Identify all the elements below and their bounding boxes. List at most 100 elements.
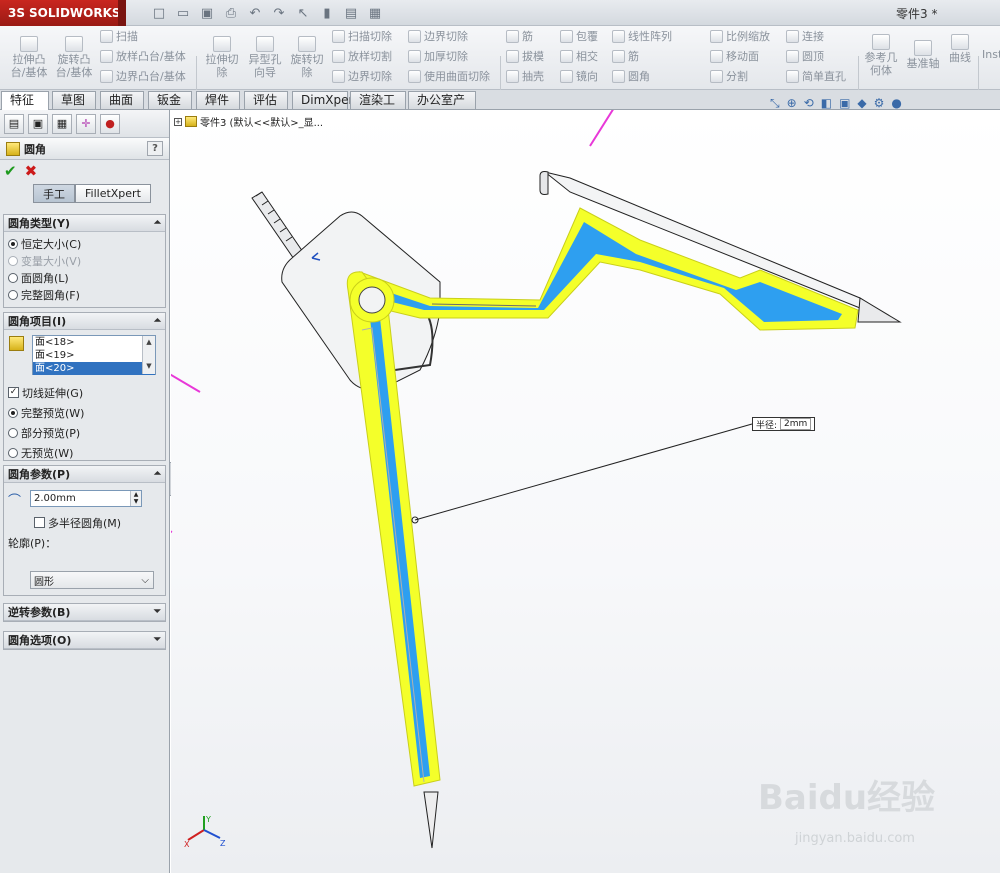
radius-dimension-callout[interactable]: 半径: 2mm bbox=[752, 417, 816, 431]
tab-dimxpert[interactable]: DimXpert bbox=[292, 91, 358, 109]
tab-evaluate[interactable]: 评估 bbox=[244, 91, 288, 109]
select-icon[interactable]: ↖ bbox=[294, 4, 312, 22]
expand-icon[interactable]: ⏷ bbox=[154, 635, 161, 645]
shell-button[interactable]: 抽壳 bbox=[506, 67, 544, 85]
tangent-propagation-checkbox[interactable]: ✓ 切线延伸(G) bbox=[8, 384, 161, 401]
axis-button[interactable]: 基准轴 bbox=[904, 40, 942, 70]
tab-render-tools[interactable]: 渲染工具 bbox=[350, 91, 406, 124]
boundary-cut-button[interactable]: 边界切除 bbox=[332, 67, 392, 85]
hide-show-icon[interactable]: ⚙ bbox=[874, 96, 885, 111]
fillet-params-header[interactable]: 圆角参数(P) ⏶ bbox=[4, 466, 165, 483]
hole-wizard-button[interactable]: 异型孔 向导 bbox=[244, 36, 286, 79]
loft-boss-button[interactable]: 放样凸台/基体 bbox=[100, 47, 186, 65]
surface-cut-button[interactable]: 使用曲面切除 bbox=[408, 67, 490, 85]
rebuild-icon[interactable]: ▮ bbox=[318, 4, 336, 22]
wrap-button[interactable]: 包覆 bbox=[560, 27, 598, 45]
view-orientation-icon[interactable]: ▣ bbox=[839, 96, 850, 111]
fillet-type-header[interactable]: 圆角类型(Y) ⏶ bbox=[4, 215, 165, 232]
radio-partial-preview[interactable]: 部分预览(P) bbox=[8, 424, 161, 441]
tab-office-products[interactable]: 办公室产品 bbox=[408, 91, 476, 124]
extrude-cut-button[interactable]: 拉伸切 除 bbox=[202, 36, 242, 79]
simple-hole-button[interactable]: 简单直孔 bbox=[786, 67, 846, 85]
sweep-button[interactable]: 扫描 bbox=[100, 27, 138, 45]
radio-full-round[interactable]: 完整圆角(F) bbox=[8, 286, 161, 303]
property-manager-tab-icon[interactable]: ▣ bbox=[28, 113, 48, 134]
undo-icon[interactable]: ↶ bbox=[246, 4, 264, 22]
dimxpert-tab-icon[interactable]: ✛ bbox=[76, 113, 96, 134]
radio-constant-size[interactable]: 恒定大小(C) bbox=[8, 235, 161, 252]
solidworks-logo[interactable]: 3S SOLIDWORKS bbox=[0, 0, 121, 26]
boundary-cut-button-2[interactable]: 边界切除 bbox=[408, 27, 468, 45]
radio-no-preview[interactable]: 无预览(W) bbox=[8, 444, 161, 461]
radio-full-preview[interactable]: 完整预览(W) bbox=[8, 404, 161, 421]
scale-button[interactable]: 比例缩放 bbox=[710, 27, 770, 45]
dome-button[interactable]: 圆顶 bbox=[786, 47, 824, 65]
cancel-x-icon[interactable]: ✖ bbox=[25, 162, 38, 180]
radius-input[interactable]: 2.00mm ▲ ▼ bbox=[30, 489, 142, 507]
tab-sheet-metal[interactable]: 钣金 bbox=[148, 91, 192, 109]
draft-button[interactable]: 拔模 bbox=[506, 47, 544, 65]
rib-button[interactable]: 筋 bbox=[506, 27, 533, 45]
list-item[interactable]: 面<20> bbox=[33, 362, 155, 375]
tab-sketch[interactable]: 草图 bbox=[52, 91, 96, 109]
collapse-icon[interactable]: ⏶ bbox=[154, 316, 161, 326]
fillet-items-header[interactable]: 圆角项目(I) ⏶ bbox=[4, 313, 165, 330]
setback-params-header[interactable]: 逆转参数(B) ⏷ bbox=[4, 604, 165, 621]
feature-tree-tab-icon[interactable]: ▤ bbox=[4, 113, 24, 134]
extrude-boss-button[interactable]: 拉伸凸 台/基体 bbox=[8, 36, 50, 79]
radius-spinner[interactable]: ▲ ▼ bbox=[130, 490, 141, 506]
expand-icon[interactable]: ⏷ bbox=[154, 607, 161, 617]
multi-radius-checkbox[interactable]: 多半径圆角(M) bbox=[8, 514, 161, 531]
display-style-icon[interactable]: ◆ bbox=[857, 96, 866, 111]
fillet-items-list[interactable]: 面<18> 面<19> 面<20> ▲ ▼ bbox=[32, 335, 156, 375]
menu-arrow-icon[interactable] bbox=[118, 0, 126, 26]
list-item[interactable]: 面<19> bbox=[33, 349, 155, 362]
revolve-boss-button[interactable]: 旋转凸 台/基体 bbox=[52, 36, 96, 79]
boundary-boss-button[interactable]: 边界凸台/基体 bbox=[100, 67, 186, 85]
tab-features[interactable]: 特征 bbox=[1, 91, 49, 110]
previous-view-icon[interactable]: ⟲ bbox=[804, 96, 814, 111]
display-manager-tab-icon[interactable]: ● bbox=[100, 113, 120, 134]
rib-button-2[interactable]: 筋 bbox=[612, 47, 639, 65]
radio-face-fillet[interactable]: 面圆角(L) bbox=[8, 269, 161, 286]
config-manager-tab-icon[interactable]: ▦ bbox=[52, 113, 72, 134]
fillet-options-header[interactable]: 圆角选项(O) ⏷ bbox=[4, 632, 165, 649]
zoom-area-icon[interactable]: ⊕ bbox=[787, 96, 797, 111]
instant3d-button[interactable]: Inst bbox=[982, 48, 1000, 61]
tab-weldments[interactable]: 焊件 bbox=[196, 91, 240, 109]
intersect-button[interactable]: 相交 bbox=[560, 47, 598, 65]
combine-button[interactable]: 连接 bbox=[786, 27, 824, 45]
curves-button[interactable]: 曲线 bbox=[946, 34, 974, 64]
open-icon[interactable]: ▭ bbox=[174, 4, 192, 22]
filletxpert-mode-button[interactable]: FilletXpert bbox=[75, 184, 151, 203]
save-icon[interactable]: ▣ bbox=[198, 4, 216, 22]
graphics-viewport[interactable] bbox=[171, 110, 1000, 873]
swept-cut-button[interactable]: 扫描切除 bbox=[332, 27, 392, 45]
expand-icon[interactable]: + bbox=[174, 117, 182, 126]
redo-icon[interactable]: ↷ bbox=[270, 4, 288, 22]
manual-mode-button[interactable]: 手工 bbox=[33, 184, 75, 203]
reference-geometry-button[interactable]: 参考几 何体 bbox=[862, 34, 900, 77]
ok-check-icon[interactable]: ✔ bbox=[4, 162, 17, 180]
file-properties-icon[interactable]: ▤ bbox=[342, 4, 360, 22]
linear-pattern-button[interactable]: 线性阵列 bbox=[612, 27, 672, 45]
section-view-icon[interactable]: ◧ bbox=[821, 96, 832, 111]
collapse-icon[interactable]: ⏶ bbox=[154, 469, 161, 479]
appearance-icon[interactable]: ● bbox=[891, 96, 901, 111]
list-item[interactable]: 面<18> bbox=[33, 336, 155, 349]
new-icon[interactable]: □ bbox=[150, 4, 168, 22]
mirror-button[interactable]: 镜向 bbox=[560, 67, 598, 85]
profile-select[interactable]: 圆形 ⌵ bbox=[30, 571, 154, 589]
fillet-button[interactable]: 圆角 bbox=[612, 67, 650, 85]
print-icon[interactable]: ⎙ bbox=[222, 4, 240, 22]
list-scrollbar[interactable]: ▲ ▼ bbox=[142, 336, 155, 374]
flyout-feature-tree[interactable]: + 零件3 (默认<<默认>_显... bbox=[174, 114, 323, 129]
collapse-icon[interactable]: ⏶ bbox=[154, 218, 161, 228]
lofted-cut-button[interactable]: 放样切割 bbox=[332, 47, 392, 65]
move-face-button[interactable]: 移动面 bbox=[710, 47, 759, 65]
zoom-to-fit-icon[interactable]: ⤡ bbox=[770, 96, 780, 111]
thicken-cut-button[interactable]: 加厚切除 bbox=[408, 47, 468, 65]
help-icon[interactable]: ? bbox=[147, 141, 163, 156]
split-button[interactable]: 分割 bbox=[710, 67, 748, 85]
tab-surfaces[interactable]: 曲面 bbox=[100, 91, 144, 109]
